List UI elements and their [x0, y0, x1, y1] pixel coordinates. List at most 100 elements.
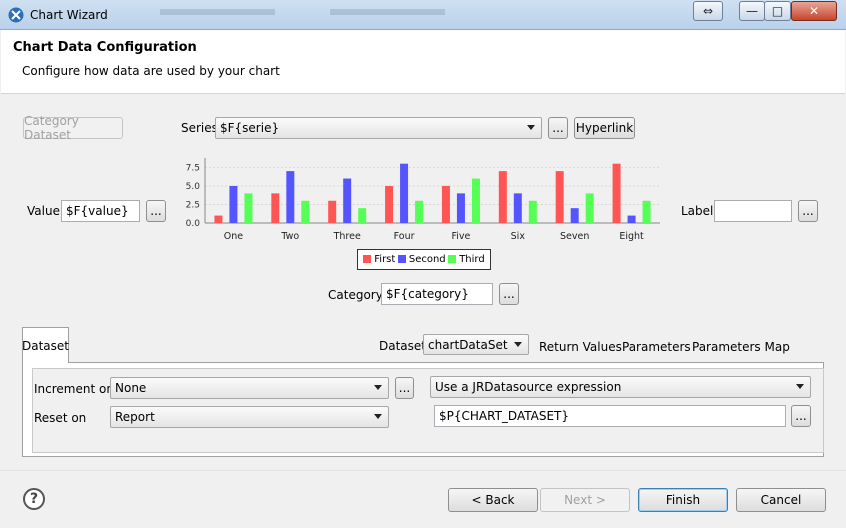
next-button[interactable]: Next > — [540, 488, 630, 512]
increment-on-combo[interactable]: None — [110, 377, 389, 399]
title-bar: Chart Wizard ⇔ — □ ✕ — [0, 0, 846, 30]
chart-bar — [498, 171, 507, 223]
category-dataset-button[interactable]: Category Dataset — [23, 114, 123, 142]
value-label: Value — [27, 204, 60, 218]
chart-bar — [513, 193, 522, 223]
chart-bar — [400, 163, 409, 223]
chart-xtick-label: Four — [394, 231, 415, 242]
chart-bar — [229, 185, 238, 223]
chart-bar — [415, 200, 424, 223]
tab-dataset-label: Dataset — [22, 338, 69, 353]
chart-xtick-label: Seven — [560, 231, 589, 242]
tab-dataset[interactable]: Dataset — [22, 327, 69, 363]
value-field[interactable]: $F{value} — [61, 200, 140, 222]
chevron-down-icon — [796, 384, 804, 389]
chart-bar — [528, 200, 537, 223]
chart-xtick-label: Three — [333, 231, 361, 242]
finish-button[interactable]: Finish — [638, 488, 728, 512]
chart-bar — [343, 178, 352, 223]
series-ellipsis-button[interactable]: ... — [548, 117, 568, 139]
label-field[interactable] — [714, 200, 792, 222]
category-ellipsis-button[interactable]: ... — [499, 283, 519, 305]
page-title: Chart Data Configuration — [13, 40, 197, 55]
chart-bar — [214, 215, 223, 223]
chart-bar — [244, 193, 253, 223]
label-ellipsis-button[interactable]: ... — [798, 200, 818, 222]
category-label: Category — [328, 288, 383, 302]
chart-bar — [570, 208, 579, 223]
tab-parameters[interactable]: Parameters — [622, 340, 691, 354]
legend-swatch-second — [397, 255, 406, 263]
legend-item-first: First — [363, 254, 395, 265]
series-combo-value: $F{serie} — [220, 121, 280, 135]
dataset-combo-value: chartDataSet — [428, 338, 508, 352]
dataset-label: Dataset — [379, 339, 426, 353]
legend-swatch-third — [448, 255, 457, 263]
maximize-button[interactable]: □ — [764, 1, 791, 21]
label-label: Label — [681, 204, 714, 218]
back-button[interactable]: < Back — [448, 488, 538, 512]
minimize-icon: — — [746, 4, 758, 18]
chart-ytick-label: 0.0 — [186, 219, 201, 229]
chart-bar — [471, 178, 480, 223]
chart-xtick-label: Six — [511, 231, 526, 242]
background-tab-text-2 — [330, 7, 450, 23]
datasource-type-combo[interactable]: Use a JRDatasource expression — [430, 376, 811, 398]
chart-bar — [328, 200, 337, 223]
tab-parameters-map[interactable]: Parameters Map — [692, 340, 790, 354]
chart-ytick-label: 2.5 — [186, 200, 200, 210]
legend-item-third: Third — [448, 254, 485, 265]
restore-arrows-button[interactable]: ⇔ — [693, 1, 723, 21]
chart-bar — [555, 171, 564, 223]
chart-bar — [642, 200, 651, 223]
series-combo[interactable]: $F{serie} — [215, 117, 542, 139]
legend-swatch-first — [363, 255, 372, 263]
reset-on-label: Reset on — [34, 411, 87, 425]
increment-on-label: Increment on — [34, 382, 114, 396]
dataset-combo[interactable]: chartDataSet — [423, 334, 529, 355]
chart-bar — [385, 185, 394, 223]
close-button[interactable]: ✕ — [791, 1, 837, 21]
chart-bar — [286, 171, 295, 223]
close-icon: ✕ — [808, 4, 820, 18]
expression-ellipsis-button[interactable]: ... — [791, 405, 811, 427]
chart-bar — [627, 215, 636, 223]
chart-ytick-label: 5.0 — [186, 182, 201, 192]
chart-bar — [441, 185, 450, 223]
help-icon[interactable]: ? — [23, 488, 45, 510]
chart-xtick-label: Eight — [619, 231, 644, 242]
chart-bar — [301, 200, 310, 223]
datasource-expression-field[interactable]: $P{CHART_DATASET} — [434, 405, 786, 427]
chevron-down-icon — [514, 342, 522, 347]
chart-bar — [456, 193, 465, 223]
chart-xtick-label: Two — [280, 231, 299, 242]
chart-xtick-label: One — [224, 231, 243, 242]
increment-on-value: None — [115, 381, 147, 395]
wizard-header: Chart Data Configuration Configure how d… — [1, 30, 845, 94]
window-title: Chart Wizard — [30, 8, 108, 22]
chart-bar — [612, 163, 621, 223]
chart-xtick-label: Five — [451, 231, 470, 242]
chevron-down-icon — [374, 414, 382, 419]
increment-ellipsis-button[interactable]: ... — [395, 377, 414, 399]
legend-item-second: Second — [397, 254, 446, 265]
hyperlink-button[interactable]: Hyperlink — [574, 117, 635, 139]
tab-return-values[interactable]: Return Values — [539, 340, 622, 354]
page-description: Configure how data are used by your char… — [22, 64, 280, 78]
blurred-tab-icon — [160, 9, 275, 15]
background-tab-text — [160, 7, 280, 23]
series-label: Series — [181, 121, 218, 135]
datasource-type-value: Use a JRDatasource expression — [435, 380, 622, 394]
category-field[interactable]: $F{category} — [381, 283, 493, 305]
chart-bar — [271, 193, 280, 223]
chevron-down-icon — [527, 125, 535, 130]
maximize-icon: □ — [771, 4, 784, 18]
reset-on-value: Report — [115, 410, 155, 424]
minimize-button[interactable]: — — [739, 1, 765, 21]
blurred-tab-icon — [330, 9, 445, 15]
chart-bar — [358, 208, 367, 223]
cancel-button[interactable]: Cancel — [736, 488, 826, 512]
value-ellipsis-button[interactable]: ... — [146, 200, 166, 222]
footer-separator — [0, 470, 846, 471]
reset-on-combo[interactable]: Report — [110, 406, 389, 428]
